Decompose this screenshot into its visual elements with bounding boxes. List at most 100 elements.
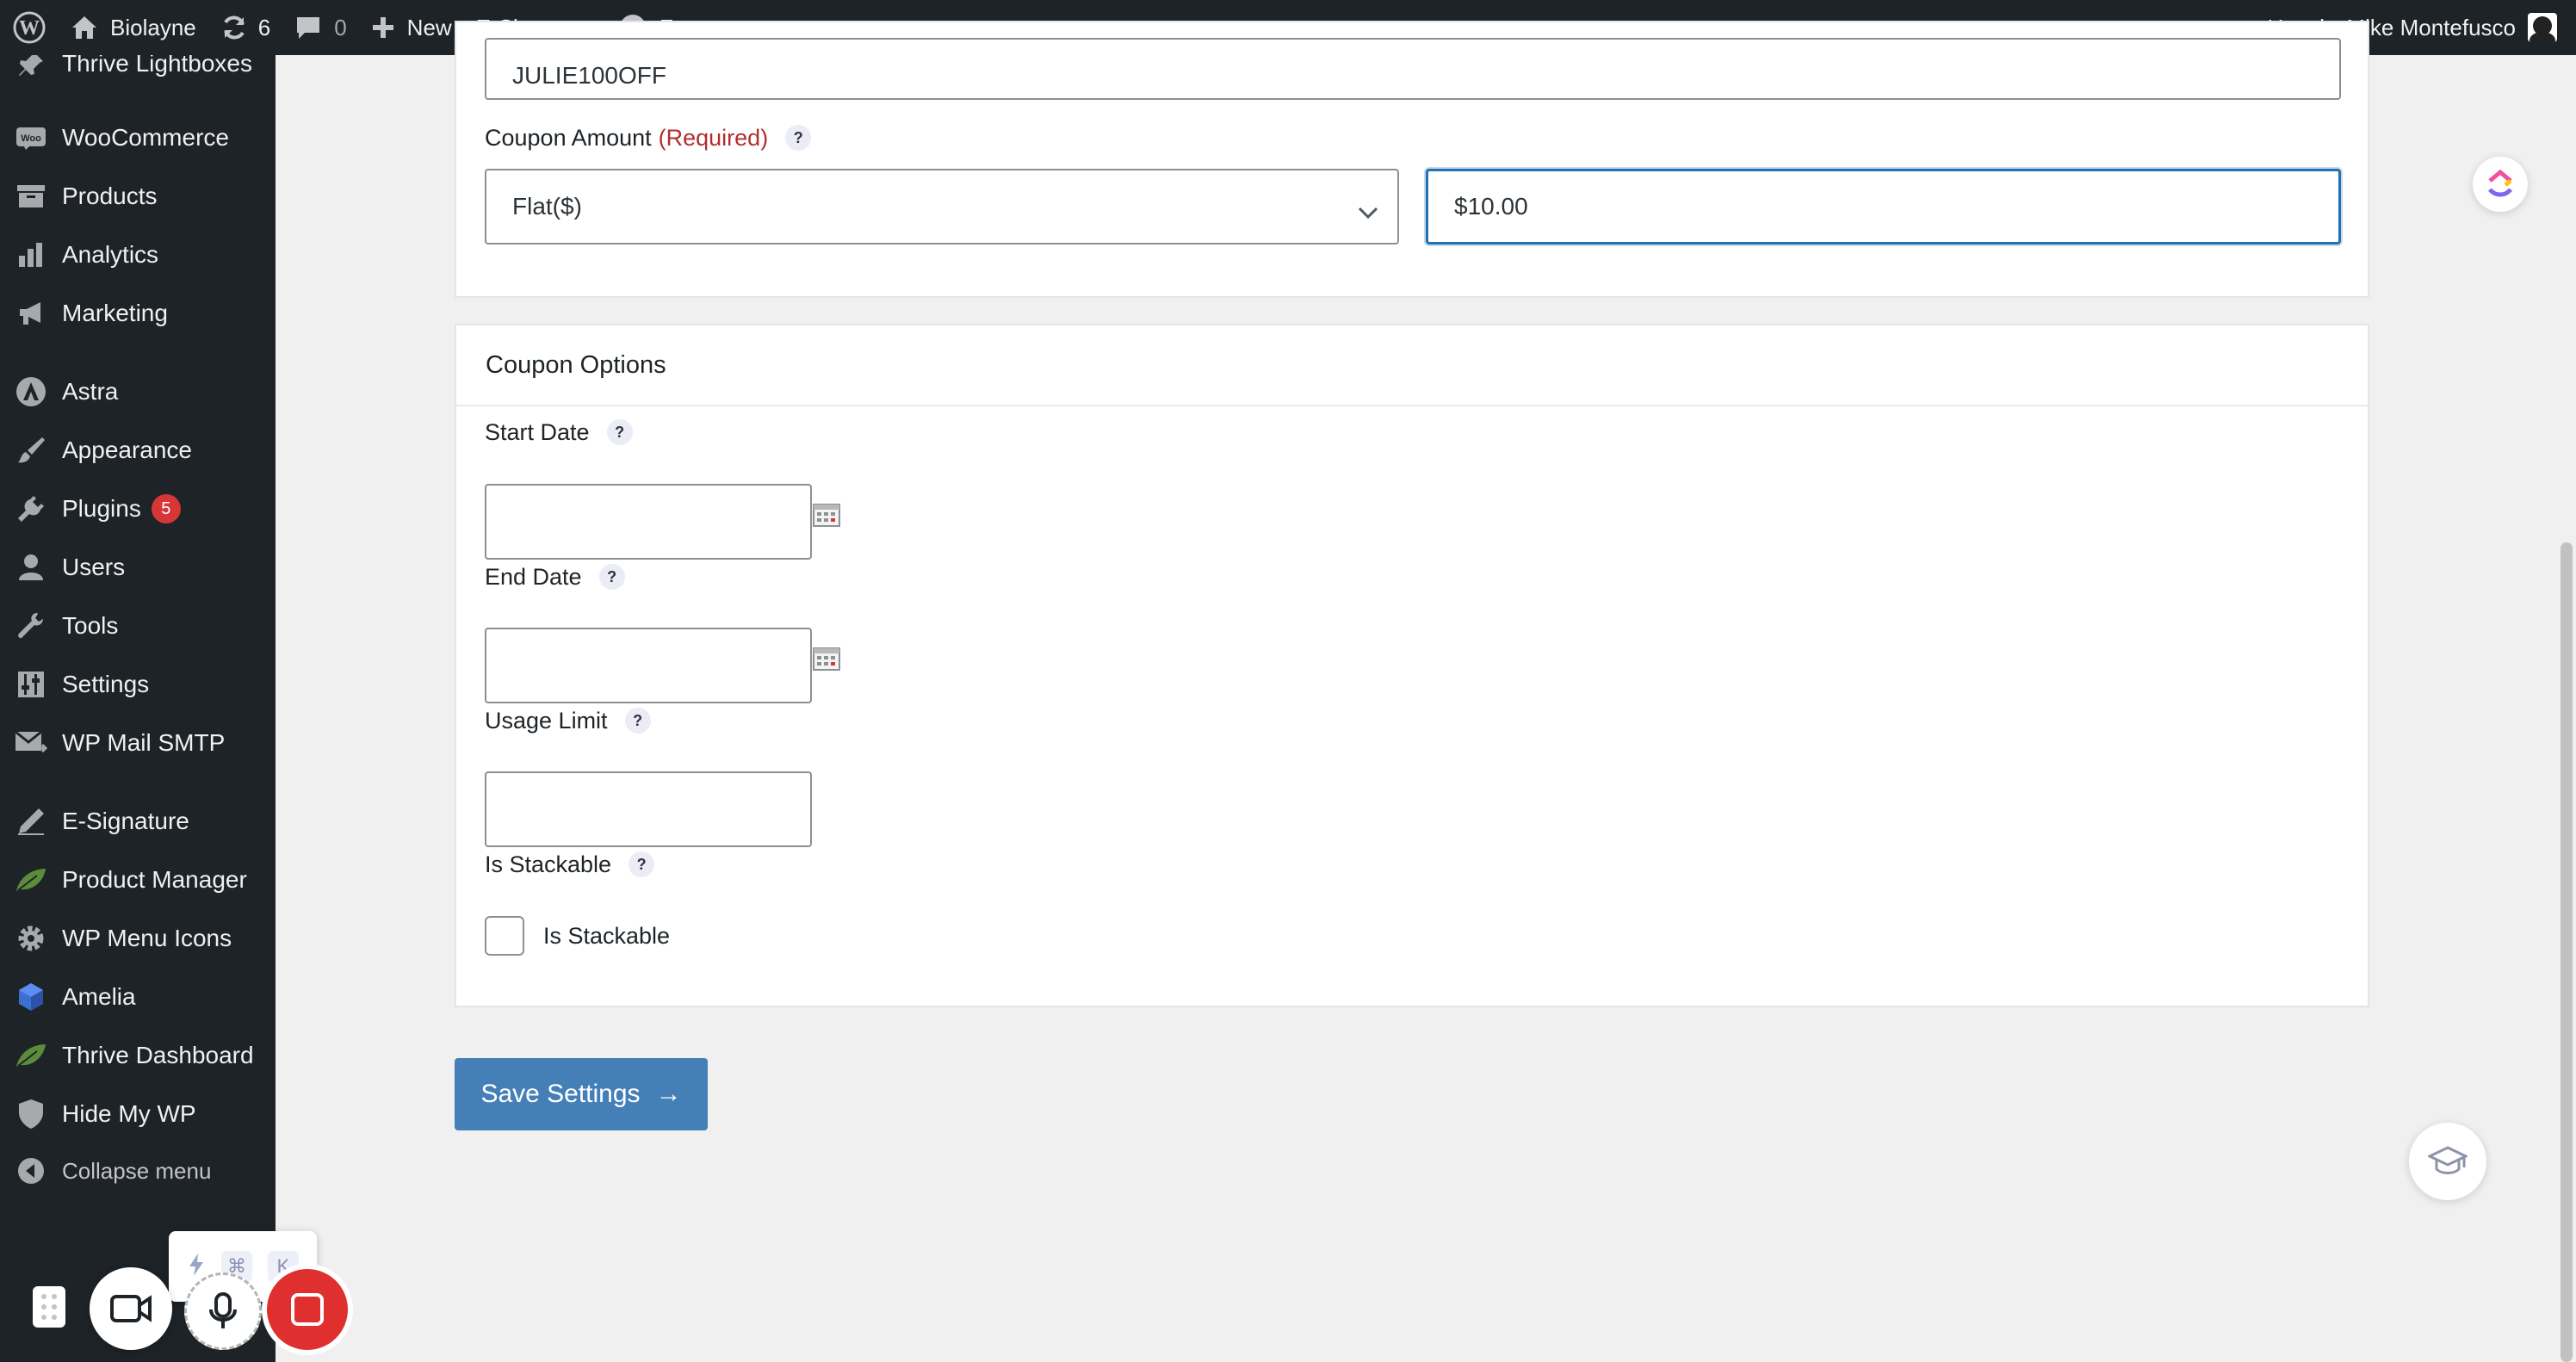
refresh-icon <box>220 14 248 41</box>
collapse-menu-button[interactable]: Collapse menu <box>0 1145 276 1197</box>
collapse-menu-label: Collapse menu <box>62 1157 212 1184</box>
sidebar-item-thrive-dashboard[interactable]: Thrive Dashboard <box>0 1030 276 1081</box>
sidebar-item-product-manager[interactable]: Product Manager <box>0 854 276 906</box>
panel-divider <box>456 405 2368 406</box>
coupon-amount-input[interactable]: $10.00 <box>1426 169 2341 245</box>
clickup-icon[interactable] <box>2473 157 2528 212</box>
graduation-cap-icon[interactable] <box>2409 1123 2486 1200</box>
sidebar-item-amelia[interactable]: Amelia <box>0 971 276 1023</box>
sidebar-item-plugins[interactable]: Plugins 5 <box>0 483 276 535</box>
sidebar-item-products[interactable]: Products <box>0 170 276 222</box>
wordpress-logo-icon[interactable]: W <box>0 0 59 55</box>
updates-link[interactable]: 6 <box>208 0 282 55</box>
archive-icon <box>14 179 48 214</box>
sidebar-item-label: Amelia <box>62 983 136 1010</box>
is-stackable-checkbox-label[interactable]: Is Stackable <box>543 919 670 953</box>
sidebar-item-settings[interactable]: Settings <box>0 659 276 710</box>
sidebar-item-label: Settings <box>62 671 150 697</box>
sidebar-item-label: Plugins <box>62 495 141 522</box>
chevron-down-icon <box>1358 198 1378 226</box>
sidebar-item-label: Appearance <box>62 436 193 463</box>
usage-limit-label: Usage Limit ? <box>485 703 651 738</box>
sidebar-item-e-signature[interactable]: E-Signature <box>0 796 276 847</box>
sidebar-item-label: Hide My WP <box>62 1100 196 1127</box>
sidebar-item-wp-mail-smtp[interactable]: WP Mail SMTP <box>0 717 276 769</box>
sidebar-item-label: WooCommerce <box>62 124 229 151</box>
calendar-icon[interactable] <box>812 502 841 528</box>
help-icon[interactable]: ? <box>624 708 651 734</box>
plug-icon <box>14 492 48 526</box>
plus-icon <box>371 15 395 40</box>
sidebar-item-appearance[interactable]: Appearance <box>0 424 276 476</box>
sidebar-item-users[interactable]: Users <box>0 542 276 593</box>
pin-icon <box>14 55 48 81</box>
start-date-input[interactable] <box>485 484 812 560</box>
sidebar-item-analytics[interactable]: Analytics <box>0 229 276 281</box>
site-name-link[interactable]: Biolayne <box>59 0 208 55</box>
help-icon[interactable]: ? <box>598 564 625 590</box>
save-settings-button[interactable]: Save Settings → <box>455 1058 708 1130</box>
new-content-link[interactable]: New <box>359 0 464 55</box>
updates-count: 6 <box>257 14 271 40</box>
pen-icon <box>14 804 48 839</box>
avatar <box>2528 13 2557 42</box>
coupon-amount-text: Coupon Amount <box>485 124 652 151</box>
sidebar-item-label: Tools <box>62 612 119 639</box>
sidebar-item-label: Astra <box>62 378 119 405</box>
end-date-input[interactable] <box>485 628 812 703</box>
sidebar-item-tools[interactable]: Tools <box>0 600 276 652</box>
amelia-icon <box>14 980 48 1014</box>
sidebar-item-astra[interactable]: Astra <box>0 366 276 418</box>
usage-limit-input[interactable] <box>485 771 812 847</box>
sidebar-item-marketing[interactable]: Marketing <box>0 288 276 339</box>
main-content: JULIE100OFF Coupon Amount (Required) ? F… <box>276 21 2576 1362</box>
help-icon[interactable]: ? <box>629 851 655 877</box>
sidebar-item-label: Thrive Lightboxes <box>62 55 253 77</box>
collapse-icon <box>14 1154 48 1188</box>
coupon-amount-value: $10.00 <box>1454 193 1528 220</box>
mail-icon <box>14 726 48 760</box>
sidebar-item-hide-my-wp[interactable]: Hide My WP <box>0 1088 276 1140</box>
sidebar-item-label: E-Signature <box>62 808 189 834</box>
start-date-text: Start Date <box>485 418 590 445</box>
svg-text:Woo: Woo <box>21 133 41 144</box>
wrench-icon <box>14 609 48 643</box>
sidebar-item-label: Products <box>62 183 158 209</box>
sliders-icon <box>14 667 48 702</box>
comments-link[interactable]: 0 <box>282 0 358 55</box>
plugins-update-badge: 5 <box>151 494 181 523</box>
apps-grid-icon[interactable] <box>33 1286 65 1328</box>
help-icon[interactable]: ? <box>785 125 812 151</box>
end-date-text: End Date <box>485 563 582 590</box>
paintbrush-icon <box>14 433 48 467</box>
coupon-type-select[interactable]: Flat($) <box>485 169 1399 245</box>
start-date-label: Start Date ? <box>485 415 633 449</box>
is-stackable-text: Is Stackable <box>485 851 612 877</box>
calendar-icon[interactable] <box>812 646 841 672</box>
new-label: New <box>406 14 452 40</box>
coupon-code-input[interactable]: JULIE100OFF <box>485 38 2341 100</box>
sidebar-item-wp-menu-icons[interactable]: WP Menu Icons <box>0 913 276 964</box>
user-icon <box>14 550 48 585</box>
is-stackable-label: Is Stackable ? <box>485 847 655 882</box>
sidebar-item-label: WP Menu Icons <box>62 925 232 951</box>
help-icon[interactable]: ? <box>606 419 633 445</box>
svg-text:W: W <box>19 17 40 40</box>
site-name: Biolayne <box>110 14 196 40</box>
sidebar-item-label: Product Manager <box>62 866 247 893</box>
sidebar-item-thrive-lightboxes[interactable]: Thrive Lightboxes <box>0 55 276 90</box>
required-indicator: (Required) <box>658 124 769 151</box>
leaf-icon <box>14 1038 48 1073</box>
is-stackable-checkbox-text: Is Stackable <box>543 922 671 949</box>
sidebar-item-woocommerce[interactable]: Woo WooCommerce <box>0 112 276 164</box>
red-stop-button[interactable] <box>267 1269 348 1350</box>
microphone-icon[interactable] <box>184 1272 262 1350</box>
sidebar-item-label: Marketing <box>62 300 168 326</box>
scrollbar-thumb[interactable] <box>2561 542 2573 1362</box>
coupon-options-title: Coupon Options <box>486 351 666 379</box>
admin-sidebar: Thrive Lightboxes Woo WooCommerce Produc… <box>0 55 276 1362</box>
is-stackable-checkbox[interactable] <box>485 916 524 956</box>
sidebar-item-label: Analytics <box>62 241 159 268</box>
video-camera-icon[interactable] <box>90 1267 172 1350</box>
shield-icon <box>14 1097 48 1131</box>
